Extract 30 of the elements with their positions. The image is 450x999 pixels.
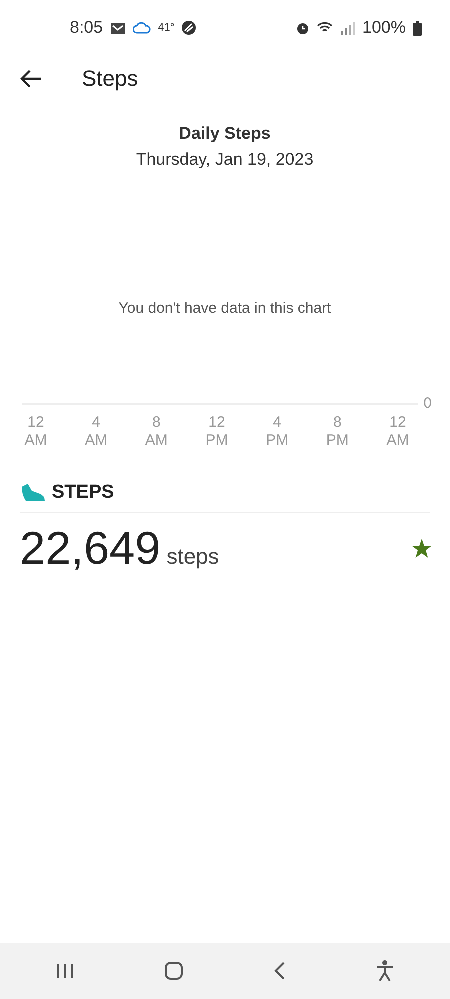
axis-label: 0 — [424, 395, 432, 412]
shoe-icon — [20, 483, 46, 503]
recents-icon — [54, 963, 75, 979]
star-icon — [412, 538, 432, 558]
chart-title: Daily Steps — [178, 124, 272, 144]
back-icon — [274, 962, 286, 980]
status-time: 8:05 — [70, 18, 104, 38]
axis-label: 8 PM — [325, 414, 350, 450]
steps-unit: steps — [166, 544, 220, 570]
axis-label: 4 AM — [84, 414, 109, 450]
cloud-icon — [133, 22, 152, 34]
page-title: Steps — [82, 66, 138, 92]
home-icon — [164, 961, 184, 981]
axis-label: 4 PM — [265, 414, 290, 450]
accessibility-icon — [375, 960, 396, 982]
alarm-icon — [296, 21, 310, 35]
temperature: 41° — [158, 22, 175, 34]
axis-label: 12 AM — [386, 414, 410, 450]
chart-date: Thursday, Jan 19, 2023 — [135, 150, 315, 170]
axis-label: 12 PM — [204, 414, 230, 450]
section-heading: STEPS — [52, 482, 114, 504]
signal-icon — [340, 21, 356, 35]
empty-message: You don't have data in this chart — [118, 300, 332, 317]
mail-icon — [110, 22, 126, 34]
back-button[interactable] — [20, 69, 42, 89]
axis-label: 8 AM — [144, 414, 169, 450]
battery-icon — [413, 20, 422, 36]
steps-count: 22,649 — [20, 521, 161, 575]
battery-percent: 100% — [362, 18, 406, 38]
axis-label: 12 AM — [24, 414, 48, 450]
